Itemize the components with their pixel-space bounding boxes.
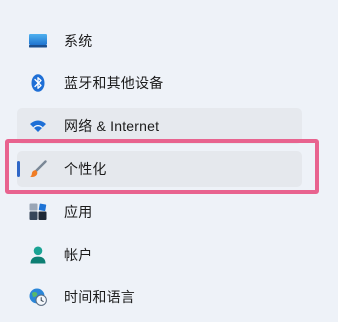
globe-clock-icon [29,288,47,306]
nav-item-personalization[interactable]: 个性化 [17,151,302,187]
nav-item-label: 应用 [64,204,93,220]
selected-indicator [17,161,20,177]
apps-icon [29,203,47,221]
nav-item-network[interactable]: 网络 & Internet [17,108,302,144]
monitor-icon [29,32,47,50]
nav-item-apps[interactable]: 应用 [17,194,302,230]
brush-icon [29,160,47,178]
nav-item-time-language[interactable]: 时间和语言 [17,279,302,315]
wifi-icon [29,117,47,135]
nav-item-label: 帐户 [64,247,93,263]
settings-nav: 系统 蓝牙和其他设备 网络 & Internet 个性化 应用 帐户 时间和语言 [0,0,338,322]
bluetooth-icon [29,74,47,92]
nav-item-label: 网络 & Internet [64,118,160,134]
nav-item-label: 蓝牙和其他设备 [64,75,164,91]
nav-item-bluetooth[interactable]: 蓝牙和其他设备 [17,65,302,101]
person-icon [29,246,47,264]
nav-item-label: 时间和语言 [64,289,135,305]
nav-item-accounts[interactable]: 帐户 [17,237,302,273]
nav-item-system[interactable]: 系统 [17,23,302,59]
nav-item-label: 系统 [64,33,93,49]
nav-item-label: 个性化 [64,161,107,177]
